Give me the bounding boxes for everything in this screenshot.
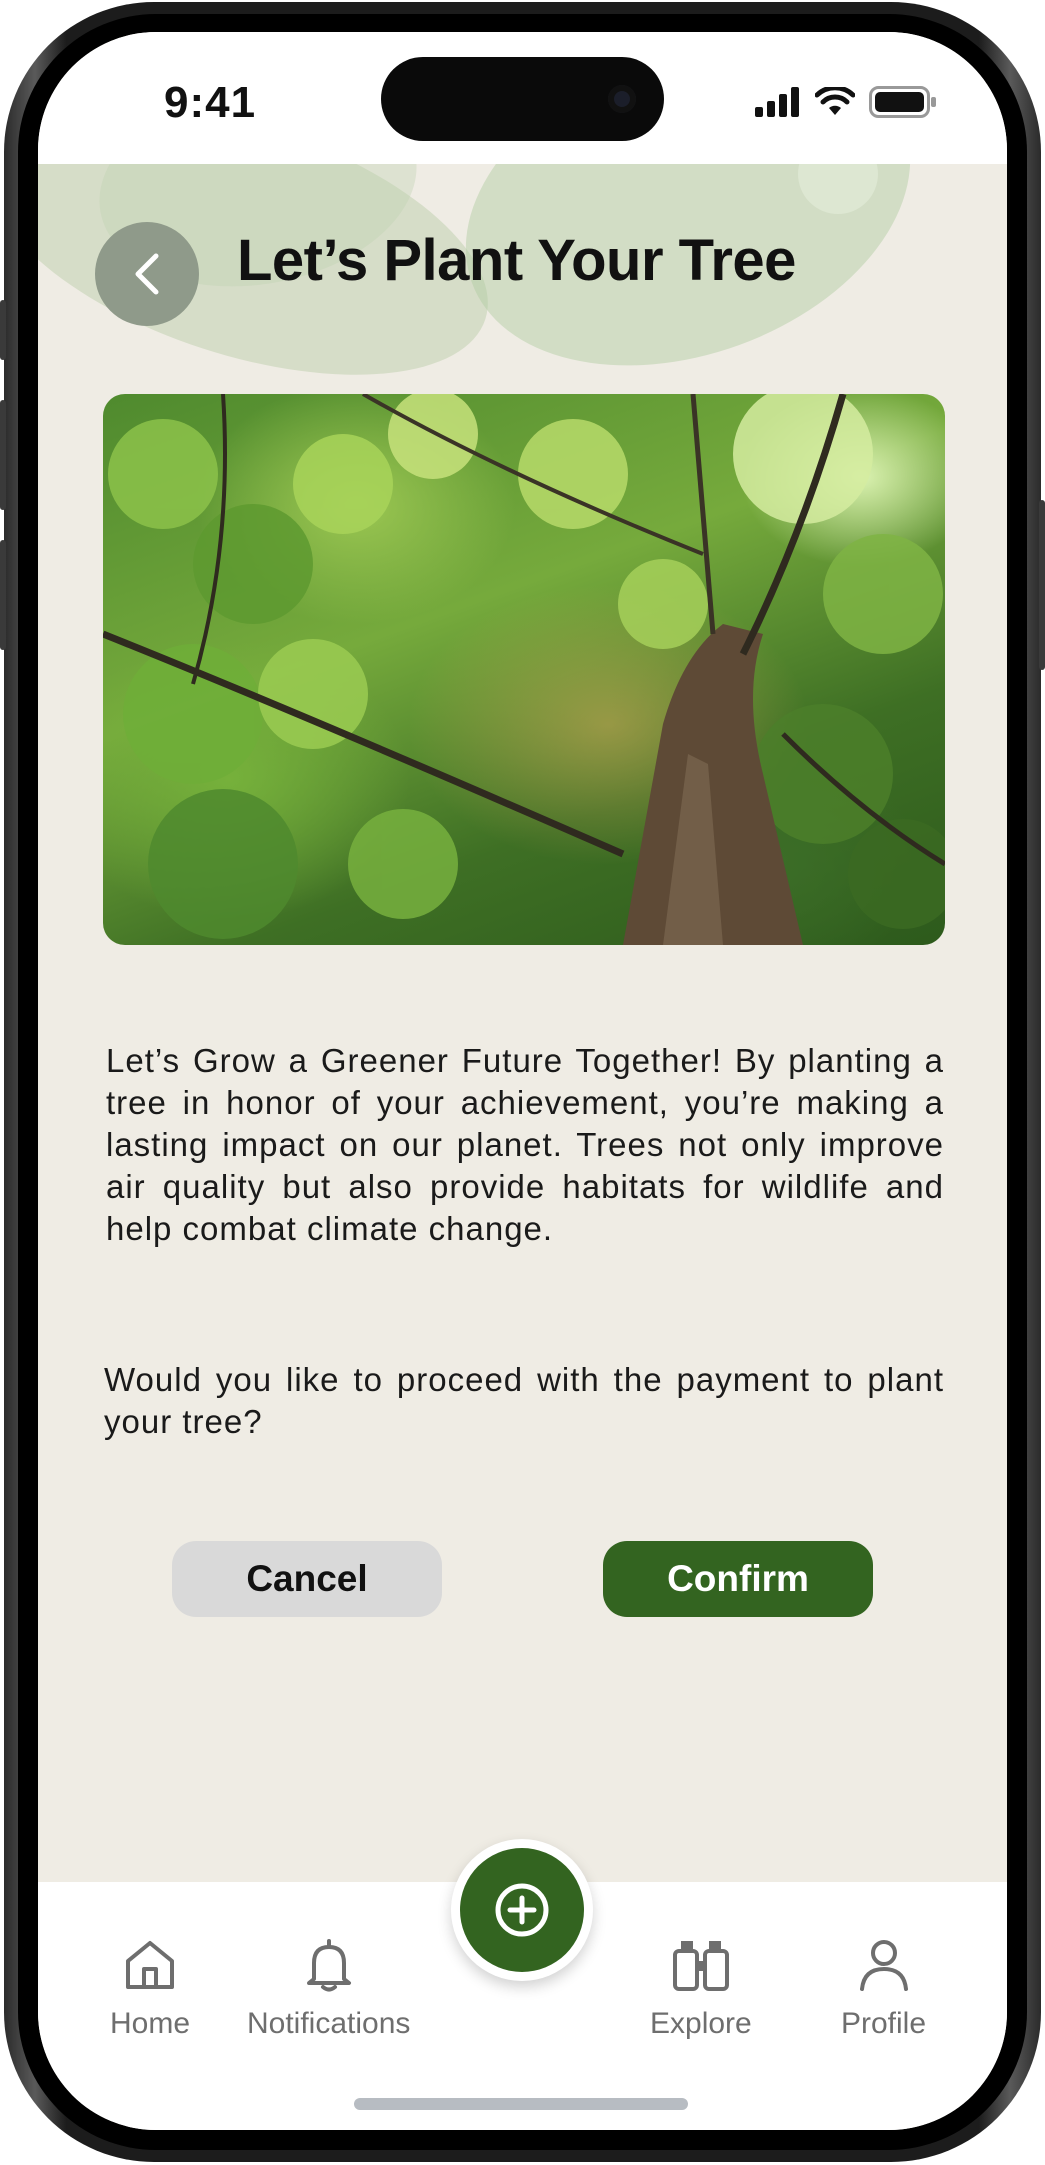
- home-indicator[interactable]: [354, 2098, 688, 2110]
- screen: 9:41 Let’s Plant Your Tree Let’s Grow a …: [38, 32, 1007, 2130]
- nav-label-home: Home: [110, 2007, 191, 2040]
- binoculars-icon: [672, 1941, 729, 1991]
- status-bar: 9:41: [38, 32, 1007, 164]
- phone-volume-up: [0, 400, 6, 510]
- add-tree-button[interactable]: [460, 1848, 584, 1972]
- nav-item-notifications[interactable]: Notifications: [247, 1937, 410, 2041]
- home-icon: [126, 1941, 175, 1989]
- nav-label-notifications: Notifications: [247, 2007, 411, 2040]
- tree-canopy-image: [103, 394, 945, 945]
- phone-power-button: [1039, 500, 1045, 670]
- dynamic-island: [381, 57, 664, 141]
- nav-item-profile[interactable]: Profile: [841, 1937, 926, 2041]
- status-icons: [755, 86, 937, 118]
- phone-volume-down: [0, 540, 6, 650]
- payment-question: Would you like to proceed with the payme…: [104, 1361, 944, 1440]
- cancel-button[interactable]: Cancel: [172, 1541, 442, 1617]
- wifi-icon: [815, 87, 855, 115]
- user-icon: [859, 1940, 908, 1991]
- camera-icon: [608, 85, 636, 113]
- signal-icon: [755, 87, 799, 117]
- nav-item-explore[interactable]: Explore: [650, 1937, 752, 2041]
- confirm-button[interactable]: Confirm: [603, 1541, 873, 1617]
- bell-icon: [306, 1939, 351, 1992]
- nav-label-explore: Explore: [650, 2007, 752, 2040]
- page-title: Let’s Plant Your Tree: [237, 228, 796, 293]
- status-time: 9:41: [164, 78, 257, 127]
- description-paragraph: Let’s Grow a Greener Future Together! By…: [106, 1042, 944, 1247]
- chevron-left-icon: [135, 253, 159, 295]
- plus-circle-icon: [495, 1883, 549, 1937]
- battery-icon: [869, 86, 936, 118]
- back-button[interactable]: [95, 222, 199, 326]
- phone-side-button: [0, 300, 6, 360]
- tree-illustration: [103, 394, 945, 945]
- nav-item-home[interactable]: Home: [110, 1937, 190, 2041]
- nav-label-profile: Profile: [841, 2007, 927, 2040]
